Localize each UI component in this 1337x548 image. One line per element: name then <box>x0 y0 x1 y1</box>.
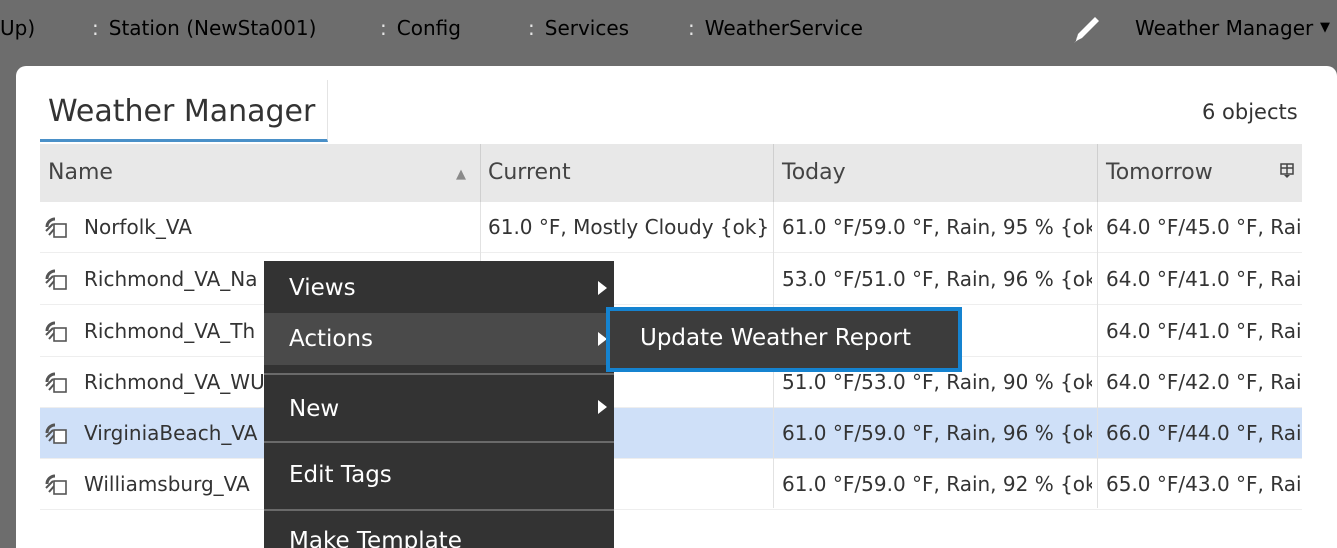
breadcrumb-station-label: Station (NewSta001) <box>108 16 317 40</box>
weather-object-icon <box>44 371 68 393</box>
menu-item-label: New <box>289 396 340 422</box>
menu-item-label: Views <box>289 275 356 301</box>
submenu-actions: Update Weather Report <box>606 307 962 372</box>
column-divider[interactable] <box>773 144 774 202</box>
breadcrumb-separator: : <box>688 16 695 40</box>
column-divider[interactable] <box>1097 144 1098 202</box>
column-divider[interactable] <box>480 144 481 202</box>
chevron-right-icon <box>598 281 607 295</box>
breadcrumb-services-label: Services <box>544 16 630 40</box>
cell-name: Norfolk_VA <box>84 215 192 239</box>
cell-today: 61.0 °F/59.0 °F, Rain, 92 % {ok} <box>782 472 1092 496</box>
menu-item-make-template[interactable]: Make Template <box>264 514 614 548</box>
cell-tomorrow: 64.0 °F/41.0 °F, Rain, <box>1106 319 1302 343</box>
menu-item-label: Edit Tags <box>289 462 392 488</box>
cell-tomorrow: 66.0 °F/44.0 °F, Rain, <box>1106 421 1302 445</box>
sort-ascending-icon: ▲ <box>456 167 466 182</box>
weather-object-icon <box>44 422 68 444</box>
breadcrumb-separator: : <box>528 16 535 40</box>
menu-divider <box>264 373 614 375</box>
menu-item-edit-tags[interactable]: Edit Tags <box>264 448 614 506</box>
chevron-down-icon[interactable]: ▼ <box>1320 20 1330 35</box>
cell-today: 53.0 °F/51.0 °F, Rain, 96 % {ok} <box>782 267 1092 291</box>
breadcrumb-separator: : <box>92 16 99 40</box>
cell-today: 61.0 °F/59.0 °F, Rain, 96 % {ok} <box>782 421 1092 445</box>
menu-item-actions[interactable]: Actions <box>264 313 614 365</box>
menu-item-label: Make Template <box>289 528 462 548</box>
cell-tomorrow: 65.0 °F/43.0 °F, Rain, <box>1106 472 1302 496</box>
menu-item-label: Actions <box>289 326 374 352</box>
cell-today: 51.0 °F/53.0 °F, Rain, 90 % {ok} <box>782 370 1092 394</box>
pencil-icon[interactable] <box>1068 10 1104 46</box>
column-header-today[interactable]: Today <box>782 160 846 185</box>
panel-title: Weather Manager <box>48 94 316 129</box>
weather-object-icon <box>44 216 68 238</box>
weather-object-icon <box>44 268 68 290</box>
menu-divider <box>264 441 614 443</box>
breadcrumb-station[interactable]: : Station (NewSta001) <box>92 16 316 40</box>
cell-tomorrow: 64.0 °F/45.0 °F, Rain, <box>1106 215 1302 239</box>
breadcrumb-separator: : <box>380 16 387 40</box>
cell-current: 61.0 °F, Mostly Cloudy {ok} <box>488 215 768 239</box>
cell-tomorrow: 64.0 °F/41.0 °F, Rain, <box>1106 267 1302 291</box>
breadcrumb-up[interactable]: Up) <box>0 16 35 40</box>
menu-item-update-weather-report[interactable]: Update Weather Report <box>640 325 911 351</box>
menu-item-new[interactable]: New <box>264 383 614 438</box>
weather-object-icon <box>44 473 68 495</box>
column-header-name[interactable]: Name <box>48 160 113 185</box>
breadcrumb-weather-service[interactable]: : WeatherService <box>688 16 863 40</box>
column-header-tomorrow[interactable]: Tomorrow <box>1106 160 1213 185</box>
column-divider <box>1097 202 1098 508</box>
cell-today: 61.0 °F/59.0 °F, Rain, 95 % {ok} <box>782 215 1092 239</box>
breadcrumb-weather-service-label: WeatherService <box>704 16 863 40</box>
breadcrumb-services[interactable]: : Services <box>528 16 629 40</box>
breadcrumb-config-label: Config <box>396 16 461 40</box>
breadcrumb-config[interactable]: : Config <box>380 16 461 40</box>
column-chooser-icon[interactable] <box>1280 163 1294 179</box>
menu-item-views[interactable]: Views <box>264 263 614 313</box>
view-selector[interactable]: Weather Manager <box>1135 16 1313 40</box>
menu-divider <box>264 509 614 511</box>
object-count: 6 objects <box>1202 100 1298 124</box>
chevron-right-icon <box>598 400 607 414</box>
weather-object-icon <box>44 320 68 342</box>
cell-tomorrow: 64.0 °F/42.0 °F, Rain, <box>1106 370 1302 394</box>
column-header-current[interactable]: Current <box>488 160 571 185</box>
